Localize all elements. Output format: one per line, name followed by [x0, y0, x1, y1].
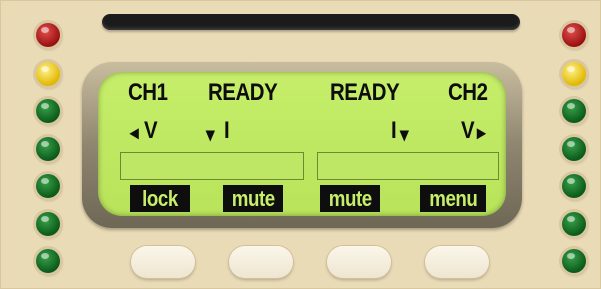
- card-slot: [102, 14, 520, 30]
- softkey-mute-ch1[interactable]: mute: [223, 185, 283, 212]
- ch1-status: READY: [208, 79, 278, 106]
- hardware-button-4[interactable]: [425, 246, 489, 278]
- ch1-voltage-label: V: [144, 117, 158, 144]
- softkey-lock[interactable]: lock: [130, 185, 190, 212]
- device-front-panel: CH1 READY READY CH2 ◂ V ▾ I I ▾ V ▸ lock…: [0, 0, 601, 289]
- hardware-button-3[interactable]: [327, 246, 391, 278]
- ch1-left-arrow-icon[interactable]: ◂: [130, 120, 139, 145]
- softkey-mute-ch2[interactable]: mute: [320, 185, 380, 212]
- ch2-label: CH2: [448, 79, 488, 106]
- left-led-4: [36, 137, 60, 161]
- softkey-menu[interactable]: menu: [420, 185, 486, 212]
- right-led-2: [562, 62, 586, 86]
- left-led-7: [36, 249, 60, 273]
- right-led-5: [562, 174, 586, 198]
- hardware-button-2[interactable]: [229, 246, 293, 278]
- left-led-3: [36, 99, 60, 123]
- softkey-mute-ch1-label: mute: [231, 186, 275, 211]
- ch2-current-label: I: [391, 117, 397, 144]
- right-led-3: [562, 99, 586, 123]
- ch2-down-arrow-icon[interactable]: ▾: [400, 122, 409, 147]
- left-led-5: [36, 174, 60, 198]
- ch2-value-field: [317, 152, 499, 180]
- left-led-6: [36, 212, 60, 236]
- ch1-down-arrow-icon[interactable]: ▾: [206, 122, 215, 147]
- left-led-1: [36, 23, 60, 47]
- ch1-value-field: [120, 152, 304, 180]
- ch1-current-label: I: [224, 117, 230, 144]
- right-led-7: [562, 249, 586, 273]
- ch1-label: CH1: [128, 79, 168, 106]
- ch2-voltage-label: V: [461, 117, 475, 144]
- lcd-screen: CH1 READY READY CH2 ◂ V ▾ I I ▾ V ▸ lock…: [98, 72, 506, 216]
- left-led-2: [36, 62, 60, 86]
- right-led-1: [562, 23, 586, 47]
- softkey-menu-label: menu: [428, 186, 478, 211]
- hardware-button-1[interactable]: [131, 246, 195, 278]
- ch2-right-arrow-icon[interactable]: ▸: [477, 120, 486, 145]
- softkey-mute-ch2-label: mute: [328, 186, 372, 211]
- right-led-4: [562, 137, 586, 161]
- softkey-lock-label: lock: [142, 186, 178, 211]
- ch2-status: READY: [330, 79, 400, 106]
- right-led-6: [562, 212, 586, 236]
